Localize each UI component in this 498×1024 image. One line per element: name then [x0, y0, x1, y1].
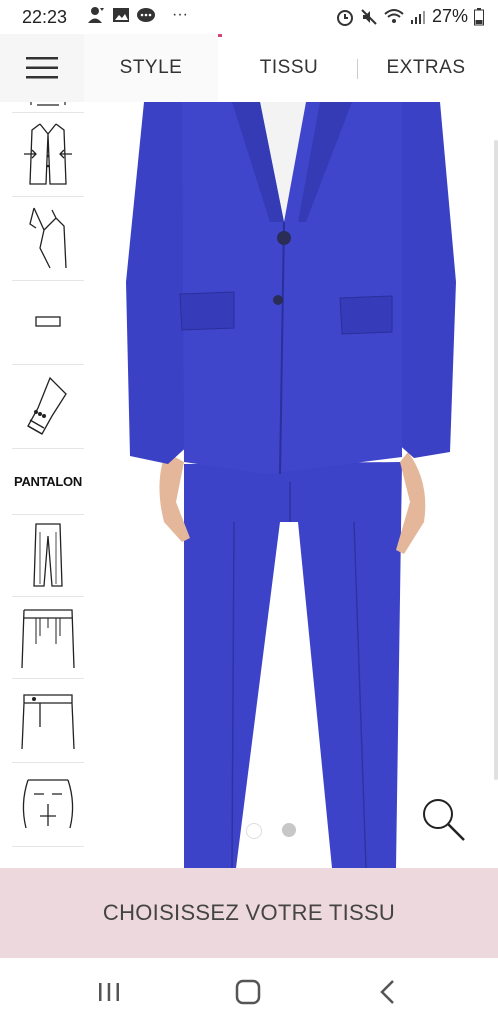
sidebar-item-trousers[interactable] [12, 514, 84, 597]
suit-model-image [126, 102, 456, 868]
sidebar-item-jacket-fitted[interactable] [12, 112, 84, 197]
sidebar-item-back-pockets[interactable] [12, 762, 84, 847]
more-notifications-icon: ··· [172, 6, 188, 23]
waistband-icon [21, 694, 75, 750]
alarm-icon [336, 9, 353, 26]
back-icon[interactable] [378, 979, 398, 1005]
sidebar-item-trouser-pleats[interactable] [12, 596, 84, 679]
jacket-partial-icon [30, 102, 66, 106]
choose-fabric-button[interactable]: CHOISISSEZ VOTRE TISSU [0, 868, 498, 958]
scrollbar[interactable] [494, 140, 498, 780]
sidebar-item-lapel[interactable] [12, 196, 84, 281]
hamburger-menu-icon [26, 57, 58, 79]
suit-preview[interactable] [84, 102, 498, 868]
lapel-icon [29, 207, 67, 269]
jacket-fitted-icon [24, 123, 72, 185]
zoom-button[interactable] [418, 794, 468, 844]
chat-notification-icon [137, 8, 155, 22]
status-time: 22:23 [22, 7, 68, 27]
sidebar-item-pocket-flap[interactable] [12, 280, 84, 365]
system-nav-bar [0, 958, 498, 1024]
signal-icon [410, 10, 425, 24]
contact-notification-icon [88, 7, 104, 23]
tab-tissu[interactable]: TISSU [222, 34, 356, 102]
pantalon-section-label: PANTALON [14, 473, 82, 489]
carousel-dot-2[interactable] [282, 823, 296, 837]
trousers-icon [33, 523, 63, 587]
battery-icon [474, 7, 484, 25]
home-icon[interactable] [235, 979, 261, 1005]
menu-button[interactable] [0, 34, 84, 102]
carousel-dot-1[interactable] [246, 823, 262, 839]
trouser-pleats-icon [21, 609, 75, 669]
tab-style[interactable]: STYLE [84, 34, 218, 102]
sleeve-buttons-icon [27, 376, 67, 435]
status-bar: 22:23 ··· 27% [0, 0, 498, 34]
sidebar-section-pantalon: PANTALON [12, 448, 84, 515]
back-pockets-icon [22, 779, 74, 829]
app-header: STYLE TISSU EXTRAS [0, 34, 498, 103]
zoom-search-icon [423, 799, 465, 841]
tab-extras[interactable]: EXTRAS [358, 34, 494, 102]
recent-apps-icon[interactable] [97, 980, 121, 1004]
style-options-sidebar: PANTALON [0, 102, 84, 868]
pocket-flap-icon [35, 316, 61, 327]
sidebar-item-sleeve-buttons[interactable] [12, 364, 84, 449]
sidebar-item-waistband[interactable] [12, 678, 84, 763]
gallery-notification-icon [113, 8, 129, 22]
mute-icon [361, 8, 377, 25]
battery-percent: 27% [431, 6, 468, 26]
wifi-icon [384, 8, 404, 23]
